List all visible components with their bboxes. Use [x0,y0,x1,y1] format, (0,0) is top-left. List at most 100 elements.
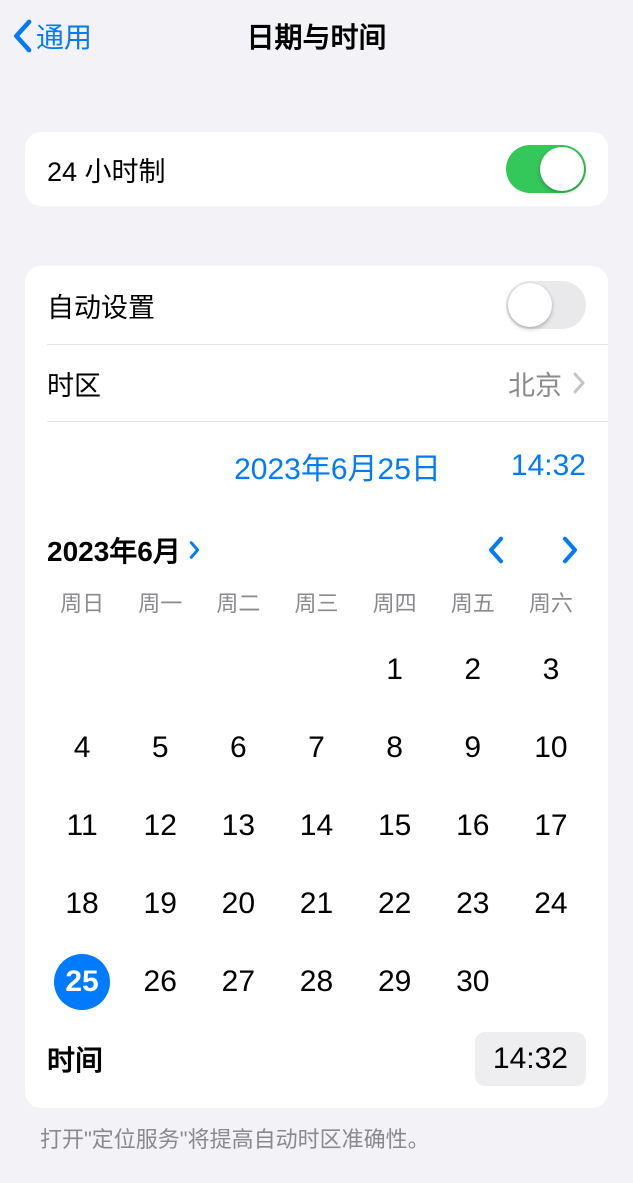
day-cell[interactable]: 26 [121,954,199,1010]
day-cell[interactable]: 22 [356,876,434,932]
day-cell[interactable]: 6 [199,720,277,776]
toggle-knob [540,147,584,191]
day-number: 7 [288,720,344,776]
day-cell[interactable]: 14 [277,798,355,854]
day-cell[interactable]: 9 [434,720,512,776]
day-number: 26 [132,954,188,1010]
day-cell[interactable]: 29 [356,954,434,1010]
day-cell[interactable]: 7 [277,720,355,776]
day-number: 10 [523,720,579,776]
back-button[interactable]: 通用 [12,16,92,56]
day-number: 8 [367,720,423,776]
value-timezone: 北京 [508,364,562,403]
calendar-header: 2023年6月 [25,510,608,580]
row-time: 时间 14:32 [25,1016,608,1108]
day-number: 17 [523,798,579,854]
day-cell[interactable]: 18 [43,876,121,932]
day-number: 5 [132,720,188,776]
chevron-left-icon [12,19,32,53]
toggle-auto-set[interactable] [506,281,586,329]
day-cell[interactable]: 11 [43,798,121,854]
day-number: 27 [210,954,266,1010]
prev-month-button[interactable] [486,535,506,565]
group-24hour: 24 小时制 [25,132,608,206]
group-datetime: 自动设置 时区 北京 2023年6月25日 14:32 2023年6月 [25,266,608,1108]
weekday-row: 周日周一周二周三周四周五周六 [25,580,608,624]
day-number: 4 [54,720,110,776]
day-cell[interactable]: 24 [512,876,590,932]
weekday-label: 周六 [512,586,590,618]
weekday-label: 周五 [434,586,512,618]
day-cell[interactable]: 12 [121,798,199,854]
day-cell[interactable]: 23 [434,876,512,932]
weekday-label: 周二 [199,586,277,618]
day-number: 6 [210,720,266,776]
day-number: 25 [54,954,110,1010]
day-cell[interactable]: 20 [199,876,277,932]
toggle-24hour[interactable] [506,145,586,193]
day-number: 1 [367,642,423,698]
row-24hour: 24 小时制 [25,132,608,206]
day-number: 20 [210,876,266,932]
day-number: 29 [367,954,423,1010]
day-number: 18 [54,876,110,932]
page-title: 日期与时间 [0,16,633,56]
label-24hour: 24 小时制 [47,150,506,189]
day-number: 14 [288,798,344,854]
weekday-label: 周三 [277,586,355,618]
next-month-button[interactable] [560,535,580,565]
label-time: 时间 [47,1039,475,1079]
navbar: 通用 日期与时间 [0,0,633,72]
weekday-label: 周一 [121,586,199,618]
day-cell[interactable]: 3 [512,642,590,698]
day-number: 22 [367,876,423,932]
day-cell[interactable]: 15 [356,798,434,854]
day-cell[interactable]: 10 [512,720,590,776]
weekday-label: 周四 [356,586,434,618]
day-number: 21 [288,876,344,932]
day-number: 23 [445,876,501,932]
day-cell[interactable]: 1 [356,642,434,698]
calendar-grid: 1234567891011121314151617181920212223242… [25,642,608,1016]
day-cell[interactable]: 13 [199,798,277,854]
day-cell-blank [121,642,199,698]
row-selected-datetime: 2023年6月25日 14:32 [25,422,608,510]
label-timezone: 时区 [47,364,508,403]
month-nav [486,535,586,565]
day-cell[interactable]: 16 [434,798,512,854]
month-label: 2023年6月 [47,530,181,570]
day-cell[interactable]: 2 [434,642,512,698]
day-number: 24 [523,876,579,932]
day-cell-blank [277,642,355,698]
day-number: 30 [445,954,501,1010]
day-cell[interactable]: 8 [356,720,434,776]
day-cell[interactable]: 27 [199,954,277,1010]
month-picker-button[interactable]: 2023年6月 [47,530,201,570]
day-cell-blank [43,642,121,698]
day-number: 12 [132,798,188,854]
label-auto-set: 自动设置 [47,286,506,325]
selected-time-button[interactable]: 14:32 [511,449,586,483]
day-number: 13 [210,798,266,854]
row-timezone[interactable]: 时区 北京 [25,345,608,421]
day-number: 11 [54,798,110,854]
time-picker-button[interactable]: 14:32 [475,1032,586,1086]
day-cell[interactable]: 21 [277,876,355,932]
chevron-right-icon [572,371,586,395]
day-cell[interactable]: 30 [434,954,512,1010]
day-cell[interactable]: 4 [43,720,121,776]
day-number: 2 [445,642,501,698]
row-auto-set: 自动设置 [25,266,608,344]
day-cell-blank [199,642,277,698]
day-cell[interactable]: 19 [121,876,199,932]
day-cell[interactable]: 5 [121,720,199,776]
day-cell[interactable]: 28 [277,954,355,1010]
day-number: 15 [367,798,423,854]
day-number: 28 [288,954,344,1010]
toggle-knob [508,283,552,327]
selected-date-button[interactable]: 2023年6月25日 [234,444,441,488]
day-number: 19 [132,876,188,932]
day-cell[interactable]: 25 [43,954,121,1010]
day-cell[interactable]: 17 [512,798,590,854]
day-number: 16 [445,798,501,854]
